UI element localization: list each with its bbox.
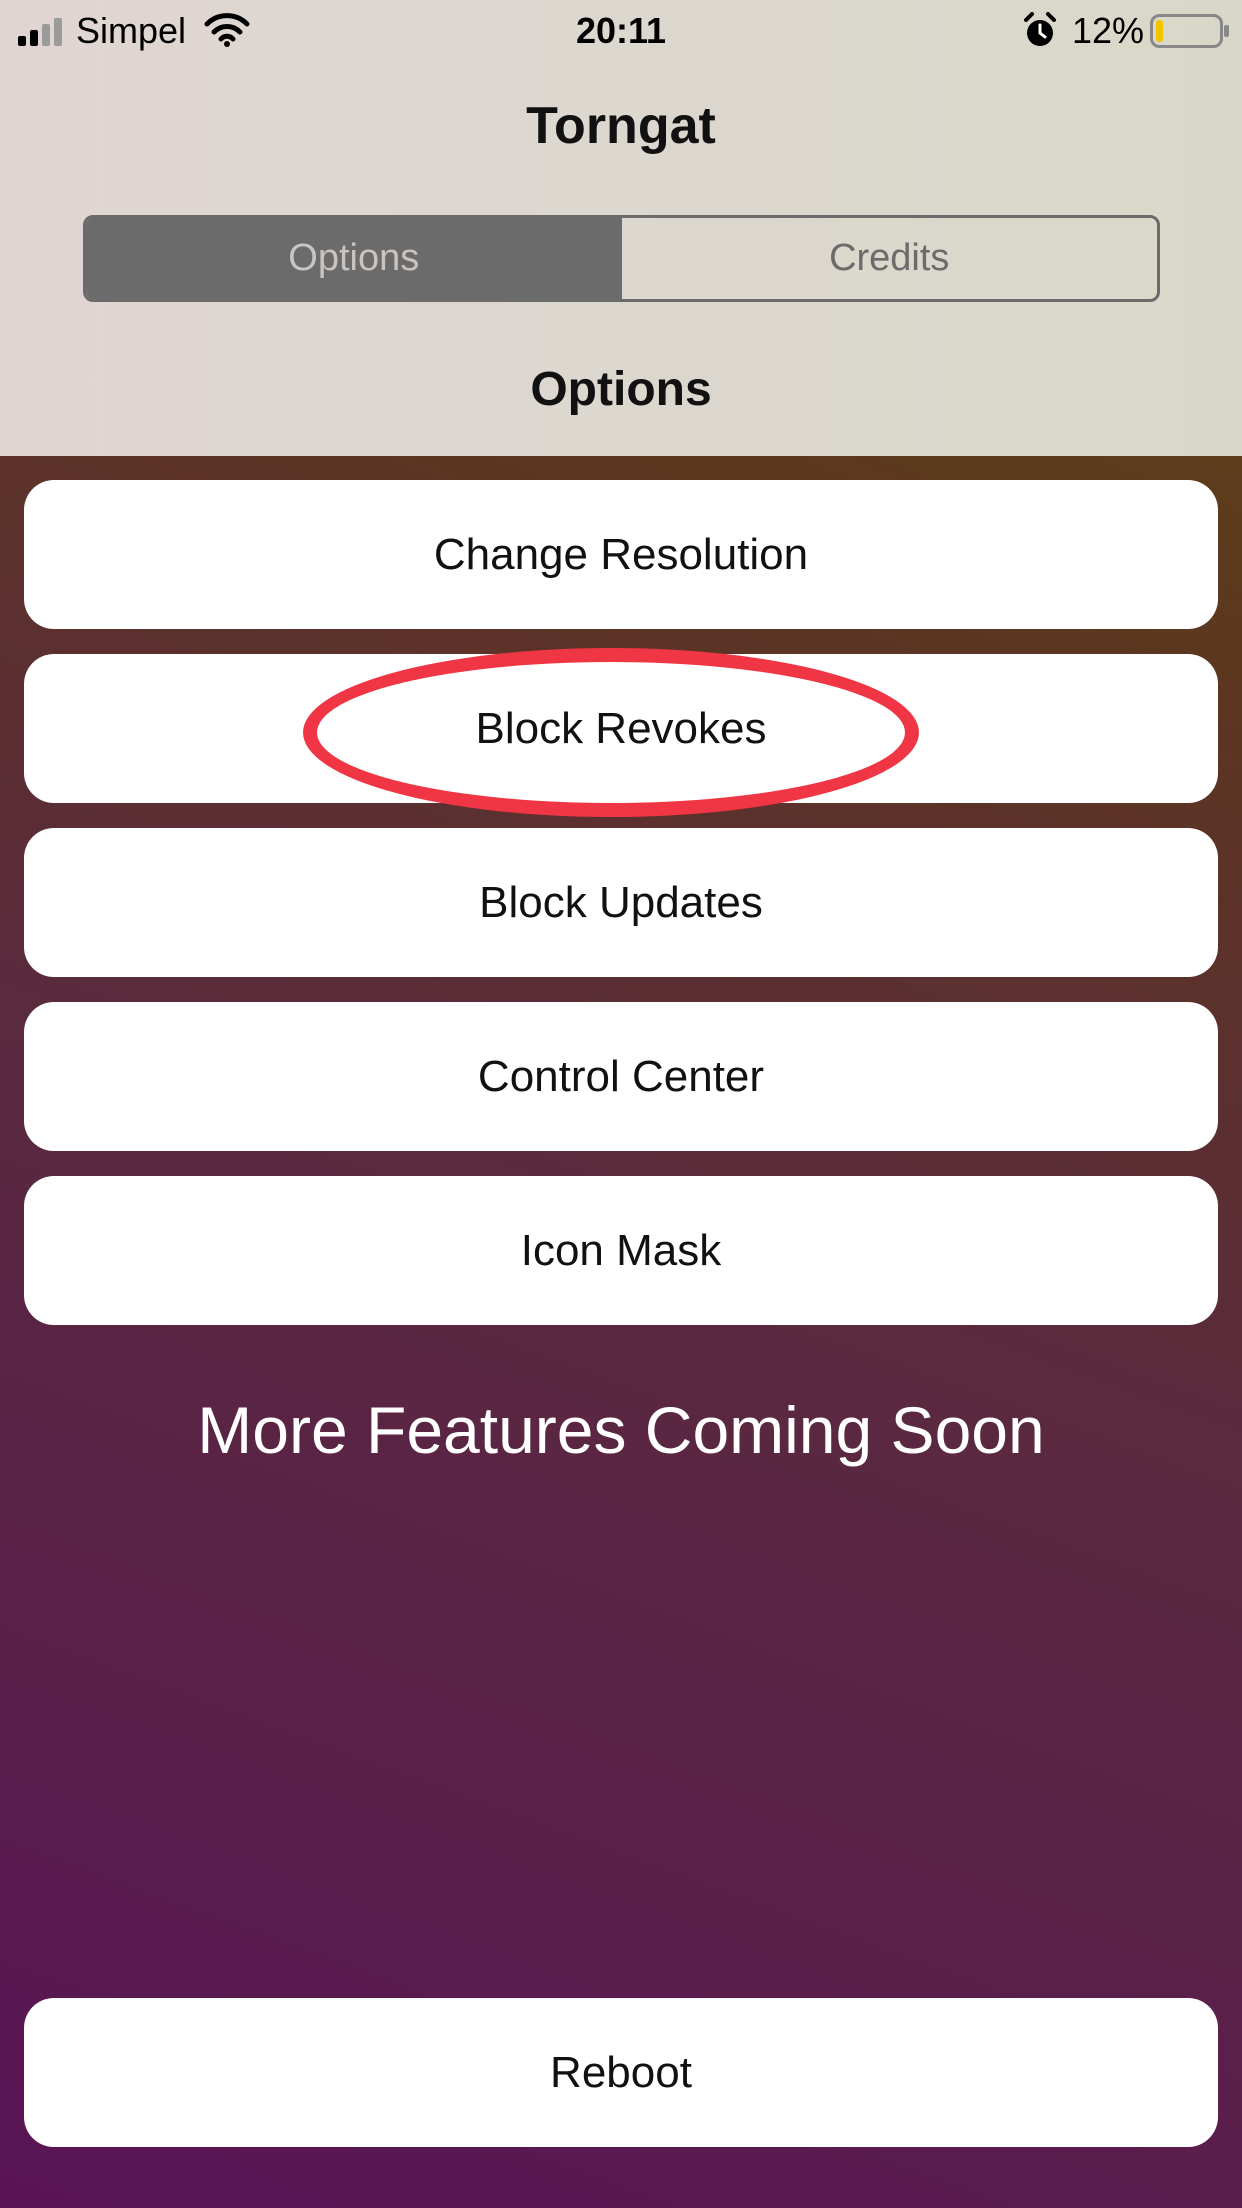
change-resolution-button[interactable]: Change Resolution (24, 480, 1218, 629)
battery-percentage: 12% (1072, 10, 1145, 51)
section-title: Options (530, 363, 712, 416)
app-title: Torngat (526, 97, 716, 155)
alarm-icon (1024, 12, 1056, 46)
status-bar: Simpel 20:11 12% (0, 0, 1242, 64)
tab-credits[interactable]: Credits (622, 218, 1158, 299)
tab-options[interactable]: Options (86, 218, 622, 299)
coming-soon-text: More Features Coming Soon (197, 1393, 1045, 1467)
icon-mask-button[interactable]: Icon Mask (24, 1176, 1218, 1325)
battery-icon (1150, 14, 1229, 48)
navigation-header: Simpel 20:11 12% Torngat Options Credits… (0, 0, 1242, 456)
block-updates-button[interactable]: Block Updates (24, 828, 1218, 977)
block-revokes-button[interactable]: Block Revokes (24, 654, 1218, 803)
reboot-button[interactable]: Reboot (24, 1998, 1218, 2147)
control-center-button[interactable]: Control Center (24, 1002, 1218, 1151)
segmented-control: Options Credits (83, 215, 1160, 302)
